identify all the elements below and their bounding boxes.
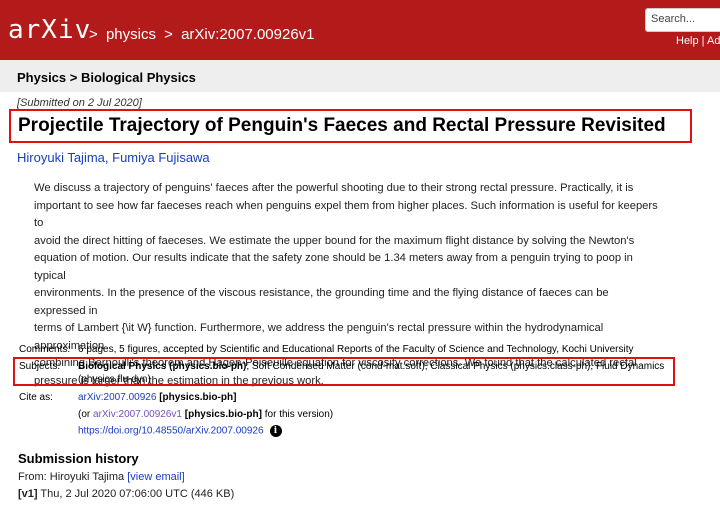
secondary-subjects: ; Soft Condensed Matter (cond-mat.soft);… (246, 361, 665, 372)
abstract-line: important to see how far faeceses reach … (34, 199, 658, 230)
cite-version-prefix: (or (78, 409, 93, 420)
subjects-value: Biological Physics (physics.bio-ph); Sof… (78, 361, 664, 372)
comments-value: 6 pages, 5 figures, accepted by Scientif… (78, 344, 634, 355)
subject-breadcrumb: Physics > Biological Physics (17, 70, 196, 85)
author-link[interactable]: Hiroyuki Tajima (17, 150, 105, 165)
breadcrumb-physics[interactable]: physics (106, 26, 156, 43)
doi-row: https://doi.org/10.48550/arXiv.2007.0092… (78, 425, 282, 437)
subject-bar: Physics > Biological Physics (0, 60, 720, 92)
cite-version-link[interactable]: arXiv:2007.00926v1 (93, 409, 182, 420)
submitter-info: From: Hiroyuki Tajima [view email] (18, 471, 185, 483)
cite-version-category: [physics.bio-ph] (184, 409, 262, 420)
paper-title: Projectile Trajectory of Penguin's Faece… (18, 115, 666, 136)
author-link[interactable]: Fumiya Fujisawa (112, 150, 210, 165)
author-list: Hiroyuki Tajima, Fumiya Fujisawa (17, 150, 210, 165)
breadcrumb-paper-id: arXiv:2007.00926v1 (181, 26, 315, 43)
cite-label: Cite as: (19, 392, 53, 403)
breadcrumb: > physics > arXiv:2007.00926v1 (89, 25, 319, 45)
primary-subject: Biological Physics (physics.bio-ph) (78, 361, 247, 372)
info-icon[interactable]: i (269, 425, 282, 437)
search-input[interactable]: Search... (645, 8, 720, 32)
version-label[interactable]: [v1] (18, 488, 38, 500)
cite-as: arXiv:2007.00926 [physics.bio-ph] (78, 392, 236, 403)
cite-category: [physics.bio-ph] (159, 392, 237, 403)
abstract-line: environments. In the presence of the vis… (34, 287, 609, 317)
comments-label: Comments: (19, 344, 71, 355)
subjects-value-cont: (physics.flu-dyn) (78, 374, 151, 385)
cite-version: (or arXiv:2007.00926v1 [physics.bio-ph] … (78, 409, 333, 420)
abstract-line: We discuss a trajectory of penguins' fae… (34, 182, 634, 194)
submission-history-heading: Submission history (18, 451, 139, 466)
abstract-line: equation of motion. Our results indicate… (34, 252, 633, 282)
submitter-name: From: Hiroyuki Tajima (18, 471, 128, 483)
doi-link[interactable]: https://doi.org/10.48550/arXiv.2007.0092… (78, 426, 264, 437)
version-entry: [v1] Thu, 2 Jul 2020 07:06:00 UTC (446 K… (18, 488, 234, 500)
abstract-line: avoid the direct hitting of faeceses. We… (34, 234, 635, 247)
help-link[interactable]: Help | Adv (676, 35, 720, 47)
cite-version-suffix: for this version) (261, 409, 334, 420)
breadcrumb-sep: > (164, 26, 173, 43)
cite-id-link[interactable]: arXiv:2007.00926 (78, 392, 156, 403)
view-email-link[interactable]: [view email] (127, 471, 184, 483)
breadcrumb-sep: > (89, 26, 98, 43)
subjects-label: Subjects: (19, 361, 61, 372)
arxiv-logo[interactable]: arXiv (8, 15, 91, 45)
site-header: arXiv > physics > arXiv:2007.00926v1 Sea… (0, 0, 720, 60)
version-details: Thu, 2 Jul 2020 07:06:00 UTC (446 KB) (37, 488, 235, 500)
submission-date: [Submitted on 2 Jul 2020] (17, 97, 142, 109)
